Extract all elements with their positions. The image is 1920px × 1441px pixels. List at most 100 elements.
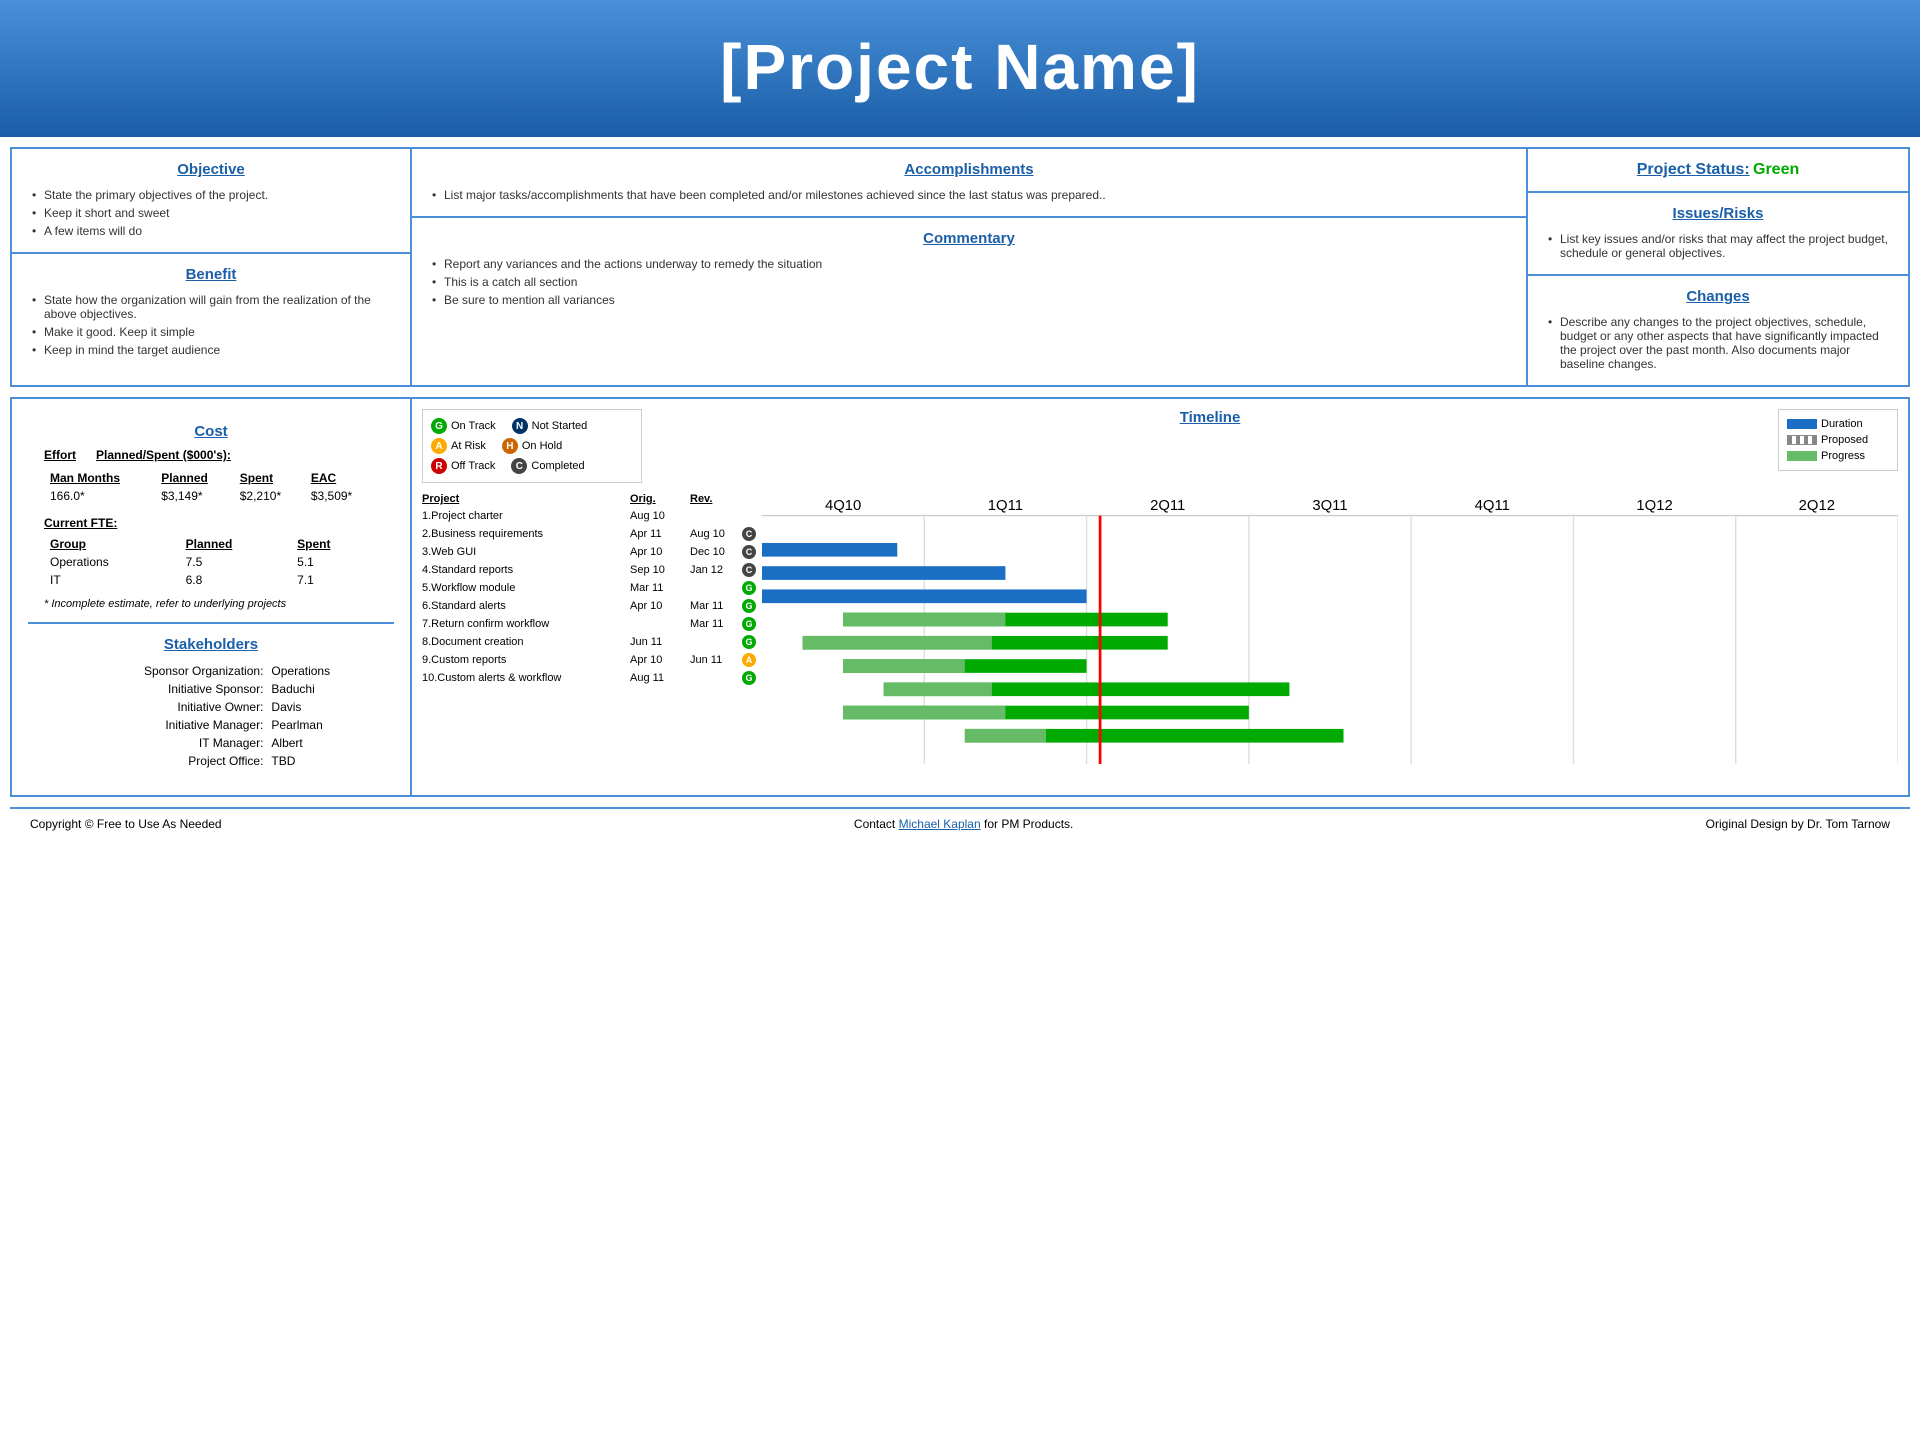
cost-footnote: * Incomplete estimate, refer to underlyi… <box>44 598 378 610</box>
project-name-8: 9.Custom reports <box>422 651 622 669</box>
gantt-row-0: 1.Project charter Aug 10 <box>422 507 762 525</box>
proposed-label: Proposed <box>1821 434 1868 446</box>
changes-list: Describe any changes to the project obje… <box>1544 313 1892 373</box>
mid-column: Accomplishments List major tasks/accompl… <box>412 149 1528 385</box>
footer-original-design: Original Design by Dr. Tom Tarnow <box>1706 817 1890 831</box>
current-fte-label: Current FTE: <box>44 516 378 530</box>
planned-spent-label: Planned/Spent ($000's): <box>96 448 231 462</box>
commentary-item-1: Report any variances and the actions und… <box>428 255 1510 273</box>
bottom-section: Cost Effort Planned/Spent ($000's): Man … <box>10 397 1910 797</box>
stakeholder-value-1: Baduchi <box>271 681 376 697</box>
project-name-9: 10.Custom alerts & workflow <box>422 669 622 687</box>
footer-copyright: Copyright © Free to Use As Needed <box>30 817 222 831</box>
footer-contact-link[interactable]: Michael Kaplan <box>899 817 981 831</box>
gantt-svg: 4Q10 1Q11 2Q11 3Q11 4Q11 1Q12 2Q12 <box>762 491 1898 764</box>
benefit-list: State how the organization will gain fro… <box>28 291 394 359</box>
fte-table: Group Planned Spent Operations 7.5 5.1 <box>44 534 378 590</box>
col-planned: Planned <box>157 470 234 486</box>
project-rev-0 <box>682 507 742 525</box>
top-section: Objective State the primary objectives o… <box>10 147 1910 387</box>
commentary-item-3: Be sure to mention all variances <box>428 291 1510 309</box>
val-spent: $2,210* <box>236 488 305 504</box>
project-rev-6: Mar 11 <box>682 615 742 633</box>
q-label-3: 3Q11 <box>1312 497 1347 514</box>
duration-label: Duration <box>1821 418 1863 430</box>
project-orig-8: Apr 10 <box>622 651 682 669</box>
cost-timeline-row: Cost Effort Planned/Spent ($000's): Man … <box>12 397 1908 795</box>
project-orig-5: Apr 10 <box>622 597 682 615</box>
gantt-left-panel: Project Orig. Rev. 1.Project charter Aug… <box>422 491 762 764</box>
bar-row2 <box>762 566 1005 580</box>
progress-swatch <box>1787 451 1817 461</box>
bar-legend-progress: Progress <box>1787 450 1889 462</box>
completed-label: Completed <box>531 460 584 472</box>
issues-risks-item-1: List key issues and/or risks that may af… <box>1544 230 1892 262</box>
project-name-3: 4.Standard reports <box>422 561 622 579</box>
fte-ops-planned: 7.5 <box>182 554 292 570</box>
left-column: Objective State the primary objectives o… <box>12 149 412 385</box>
gantt-header: Project Orig. Rev. <box>422 491 762 507</box>
fte-it-planned: 6.8 <box>182 572 292 588</box>
project-rev-2: Dec 10 <box>682 543 742 561</box>
gantt-bars-area: 4Q10 1Q11 2Q11 3Q11 4Q11 1Q12 2Q12 <box>762 491 1898 764</box>
fte-ops-group: Operations <box>46 554 180 570</box>
gantt-row-5: 6.Standard alerts Apr 10 Mar 11 G <box>422 597 762 615</box>
stakeholder-label-3: Initiative Manager: <box>46 717 269 733</box>
benefit-section: Benefit State how the organization will … <box>12 254 410 371</box>
bar-row3 <box>762 589 1087 603</box>
stakeholders-table: Sponsor Organization: Operations Initiat… <box>44 661 378 771</box>
gantt-row-3: 4.Standard reports Sep 10 Jan 12 C <box>422 561 762 579</box>
project-status-value: Green <box>1753 161 1799 178</box>
col-spent: Spent <box>236 470 305 486</box>
legend-on-hold: H On Hold <box>502 438 562 454</box>
project-title: [Project Name] <box>20 30 1900 104</box>
gantt-row-6: 7.Return confirm workflow Mar 11 G <box>422 615 762 633</box>
off-track-circle: R <box>431 458 447 474</box>
q-label-2: 2Q11 <box>1150 497 1185 514</box>
col-eac: EAC <box>307 470 376 486</box>
legend-completed: C Completed <box>511 458 584 474</box>
effort-label: Effort <box>44 448 76 462</box>
val-man-months: 166.0* <box>46 488 155 504</box>
project-rev-9 <box>682 669 742 687</box>
project-rev-7 <box>682 633 742 651</box>
changes-title: Changes <box>1544 288 1892 305</box>
on-track-circle: G <box>431 418 447 434</box>
stakeholder-row-1: Initiative Sponsor: Baduchi <box>46 681 376 697</box>
q-label-1: 1Q11 <box>988 497 1023 514</box>
col-orig-header: Orig. <box>622 491 682 507</box>
at-risk-circle: A <box>431 438 447 454</box>
legend-off-track: R Off Track <box>431 458 495 474</box>
gantt-row-4: 5.Workflow module Mar 11 G <box>422 579 762 597</box>
commentary-section: Commentary Report any variances and the … <box>412 218 1526 385</box>
fte-col-spent: Spent <box>293 536 376 552</box>
gantt-chart: Project Orig. Rev. 1.Project charter Aug… <box>422 491 1898 764</box>
stakeholders-title: Stakeholders <box>44 636 378 653</box>
col-rev-header: Rev. <box>682 491 742 507</box>
project-rev-4 <box>682 579 742 597</box>
project-status-7: G <box>742 633 762 651</box>
stakeholder-label-5: Project Office: <box>46 753 269 769</box>
accomplishments-list: List major tasks/accomplishments that ha… <box>428 186 1510 204</box>
project-orig-7: Jun 11 <box>622 633 682 651</box>
bar-row4-progress <box>843 613 1005 627</box>
project-status-label: Project Status: <box>1637 161 1750 178</box>
accomplishments-title: Accomplishments <box>428 161 1510 178</box>
stakeholder-value-2: Davis <box>271 699 376 715</box>
benefit-item-1: State how the organization will gain fro… <box>28 291 394 323</box>
stakeholder-label-2: Initiative Owner: <box>46 699 269 715</box>
project-name-4: 5.Workflow module <box>422 579 622 597</box>
legend-row-2: A At Risk H On Hold <box>431 438 633 454</box>
objective-list: State the primary objectives of the proj… <box>28 186 394 240</box>
stakeholder-label-1: Initiative Sponsor: <box>46 681 269 697</box>
issues-risks-section: Issues/Risks List key issues and/or risk… <box>1528 193 1908 276</box>
project-status-5: G <box>742 597 762 615</box>
gantt-row-2: 3.Web GUI Apr 10 Dec 10 C <box>422 543 762 561</box>
fte-it-group: IT <box>46 572 180 588</box>
stakeholder-value-4: Albert <box>271 735 376 751</box>
cost-title: Cost <box>44 423 378 440</box>
project-orig-4: Mar 11 <box>622 579 682 597</box>
fte-ops-spent: 5.1 <box>293 554 376 570</box>
bar-row6-progress <box>843 659 965 673</box>
legend-row-3: R Off Track C Completed <box>431 458 633 474</box>
